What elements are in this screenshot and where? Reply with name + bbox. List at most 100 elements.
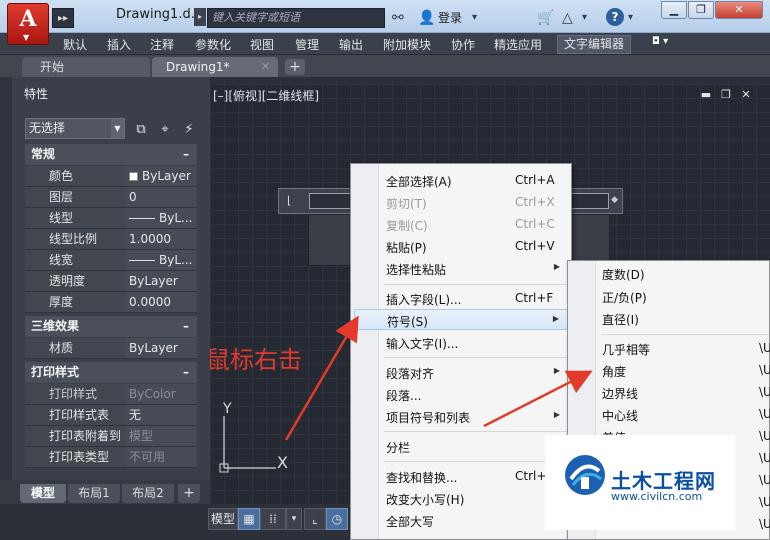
help-icon[interactable]: ? (606, 8, 624, 26)
prop-value[interactable]: ByLayer (125, 271, 197, 291)
prop-value[interactable]: 0 (125, 187, 197, 207)
menu-item-all-caps[interactable]: 全部大写 (354, 510, 568, 531)
maximize-button[interactable]: ❐ (688, 1, 714, 19)
collapse-icon[interactable]: – (183, 316, 189, 337)
menu-item-select-all[interactable]: 全部选择(A) Ctrl+A (354, 170, 568, 191)
login-dropdown-icon[interactable]: ▾ (472, 8, 477, 28)
prop-value[interactable]: 模型 (125, 426, 197, 446)
prop-row[interactable]: 透明度 ByLayer (25, 271, 197, 292)
tab-default[interactable]: 默认 (63, 36, 87, 53)
prop-value[interactable]: ByL... (125, 250, 197, 270)
section-general[interactable]: 常规 – (25, 144, 197, 165)
application-menu-button[interactable]: A ▼ (7, 3, 49, 45)
tab-collaborate[interactable]: 协作 (451, 36, 475, 53)
tab-manage[interactable]: 管理 (295, 36, 319, 53)
prop-value[interactable]: 不可用 (125, 447, 197, 467)
submenu-item-degrees[interactable]: 度数(D) (602, 266, 645, 283)
tab-addins[interactable]: 附加模块 (383, 36, 431, 53)
collapse-icon[interactable]: – (183, 362, 189, 383)
viewport-close-icon[interactable]: ✕ (739, 88, 753, 101)
prop-row[interactable]: 打印样式 ByColor (25, 384, 197, 405)
autodesk-a360-icon[interactable]: △ (562, 8, 573, 28)
a360-dropdown-icon[interactable]: ▾ (582, 8, 587, 28)
submenu-item-angle[interactable]: 角度 (602, 363, 626, 380)
menu-item-symbol[interactable]: 符号(S) ▶ (354, 309, 568, 330)
prop-row[interactable]: 厚度 0.0000 (25, 292, 197, 313)
selection-dropdown[interactable]: 无选择 ▼ (25, 118, 125, 139)
tab-parametric[interactable]: 参数化 (195, 36, 231, 53)
prop-value[interactable]: ByLayer (125, 166, 197, 186)
submenu-item-center-line[interactable]: 中心线 (602, 407, 638, 424)
menu-item-insert-field[interactable]: 插入字段(L)... Ctrl+F (354, 288, 568, 309)
viewport-minimize-icon[interactable]: ▬ (699, 88, 713, 101)
viewport-controls-label[interactable]: [–][俯视][二维线框] (213, 87, 319, 104)
tab-annotate[interactable]: 注释 (150, 36, 174, 53)
tab-output[interactable]: 输出 (339, 36, 363, 53)
tab-insert[interactable]: 插入 (107, 36, 131, 53)
tab-featured-apps[interactable]: 精选应用 (494, 36, 542, 53)
prop-row[interactable]: 颜色 ByLayer (25, 166, 197, 187)
tab-drawing1[interactable]: Drawing1* ✕ (152, 57, 278, 77)
tab-layout2[interactable]: 布局2 (122, 484, 174, 503)
prop-value[interactable]: ByLayer (125, 338, 197, 358)
submenu-item-almost-equal[interactable]: 几乎相等 (602, 341, 650, 358)
menu-item-paragraph-align[interactable]: 段落对齐 ▶ (354, 362, 568, 383)
prop-row[interactable]: 打印表类型 不可用 (25, 447, 197, 468)
close-tab-icon[interactable]: ✕ (261, 57, 270, 77)
grid-icon[interactable]: ▦ (238, 508, 260, 530)
new-layout-button[interactable]: + (178, 484, 200, 503)
tab-text-editor[interactable]: 文字编辑器 (557, 35, 632, 54)
login-button[interactable]: 登录 (438, 9, 462, 26)
prop-row[interactable]: 材质 ByLayer (25, 338, 197, 359)
toggle-pickadd-icon[interactable]: ⧉ (132, 121, 150, 139)
close-button[interactable]: ✕ (715, 1, 763, 19)
collapse-icon[interactable]: – (183, 144, 189, 165)
prop-row[interactable]: 打印表附着到 模型 (25, 426, 197, 447)
search-input[interactable]: 键入关键字或短语 (207, 8, 385, 28)
tab-view[interactable]: 视图 (250, 36, 274, 53)
menu-item-find-replace[interactable]: 查找和替换... Ctrl+ (354, 466, 568, 487)
binoculars-icon[interactable]: ⚯ (392, 8, 404, 28)
prop-row[interactable]: 线型比例 1.0000 (25, 229, 197, 250)
prop-value[interactable]: ByL... (125, 208, 197, 228)
cart-icon[interactable]: 🛒 (537, 8, 554, 28)
prop-value[interactable]: ByColor (125, 384, 197, 404)
ruler-resize-icon[interactable]: ◆ (611, 195, 618, 205)
submenu-item-diameter[interactable]: 直径(I) (602, 311, 639, 328)
menu-item-paste[interactable]: 粘贴(P) Ctrl+V (354, 236, 568, 257)
menu-item-paste-special[interactable]: 选择性粘贴 ▶ (354, 258, 568, 279)
snap-icon[interactable]: ⁞⁞ (260, 508, 286, 530)
select-objects-icon[interactable]: ⌖ (156, 121, 174, 139)
prop-row[interactable]: 打印样式表 无 (25, 405, 197, 426)
tab-model[interactable]: 模型 (20, 484, 66, 503)
help-dropdown-icon[interactable]: ▾ (628, 8, 633, 28)
menu-item-import-text[interactable]: 输入文字(I)... (354, 332, 568, 353)
quick-access-expand-button[interactable]: ▸▸ (52, 8, 74, 28)
prop-value[interactable]: 0.0000 (125, 292, 197, 312)
prop-row[interactable]: 线宽 ByL... (25, 250, 197, 271)
submenu-item-boundary-line[interactable]: 边界线 (602, 385, 638, 402)
polar-tracking-icon[interactable]: ◷ (326, 508, 348, 530)
menu-item-columns[interactable]: 分栏 (354, 436, 568, 457)
menu-item-paragraph[interactable]: 段落... (354, 384, 568, 405)
section-3d-effects[interactable]: 三维效果 – (25, 316, 197, 337)
minimize-button[interactable]: ▁ (661, 1, 687, 19)
tab-layout1[interactable]: 布局1 (68, 484, 120, 503)
tab-start[interactable]: 开始 (22, 57, 150, 77)
new-tab-button[interactable]: + (285, 59, 305, 75)
tab-stop-icon[interactable]: ⌊ (287, 194, 291, 207)
prop-value[interactable]: 无 (125, 405, 197, 425)
menu-item-change-case[interactable]: 改变大小写(H) (354, 488, 568, 509)
ortho-icon[interactable]: ⌞ (304, 508, 326, 530)
model-space-button[interactable]: 模型 (208, 508, 238, 530)
prop-value[interactable]: 1.0000 (125, 229, 197, 249)
user-icon[interactable]: 👤 (418, 8, 435, 28)
title-expand-arrow-icon[interactable]: ▸ (194, 8, 206, 26)
submenu-item-plus-minus[interactable]: 正/负(P) (602, 289, 647, 306)
palette-title-strip[interactable] (0, 77, 12, 480)
menu-item-copy[interactable]: 复制(C) Ctrl+C (354, 214, 568, 235)
prop-row[interactable]: 图层 0 (25, 187, 197, 208)
section-plot-style[interactable]: 打印样式 – (25, 362, 197, 383)
quick-select-icon[interactable]: ⚡ (180, 121, 198, 139)
viewport-restore-icon[interactable]: ❐ (719, 88, 733, 101)
